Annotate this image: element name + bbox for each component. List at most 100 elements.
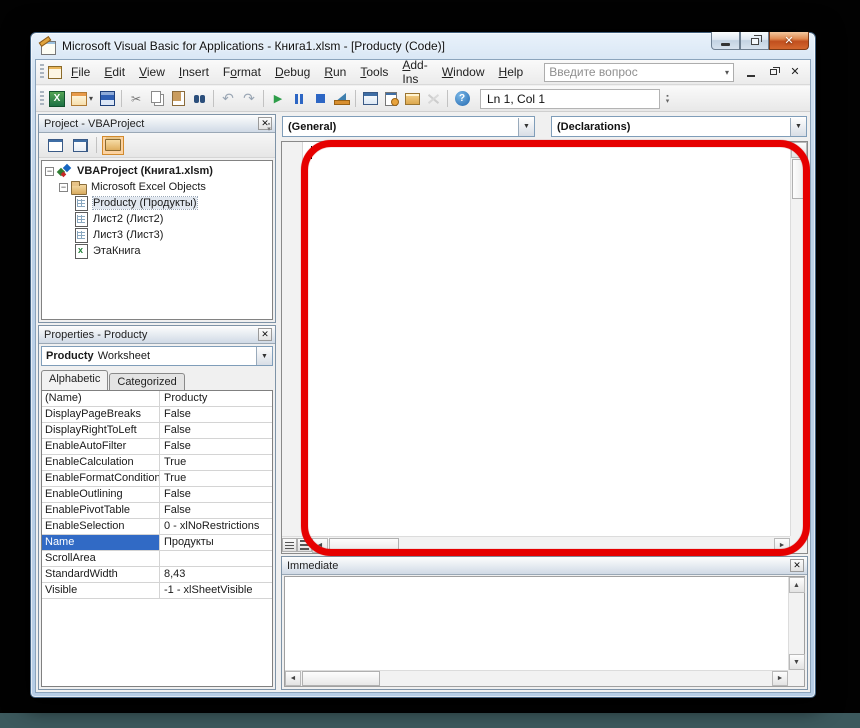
scroll-right-icon[interactable] — [774, 538, 790, 553]
project-panel-header[interactable]: Project - VBAProject — [39, 115, 275, 133]
menu-item[interactable]: Insert — [172, 61, 216, 83]
immediate-horizontal-scrollbar[interactable] — [285, 670, 788, 686]
code-editor[interactable] — [281, 141, 808, 554]
run-icon[interactable] — [268, 89, 288, 108]
menu-item[interactable]: View — [132, 61, 172, 83]
object-selector-dropdown[interactable]: Producty Worksheet — [41, 346, 273, 366]
procedure-view-icon[interactable] — [282, 538, 297, 552]
object-dropdown-arrow-icon[interactable] — [518, 118, 534, 136]
mdi-restore-button[interactable] — [766, 65, 780, 79]
mdi-minimize-button[interactable] — [744, 65, 758, 79]
restore-button[interactable] — [740, 32, 769, 50]
immediate-horizontal-scroll-thumb[interactable] — [302, 671, 380, 686]
design-mode-icon[interactable] — [331, 89, 351, 108]
project-toolbar-overflow-icon[interactable] — [264, 117, 274, 137]
view-code-icon[interactable] — [44, 136, 66, 155]
property-row[interactable]: StandardWidth 8,43 — [42, 567, 272, 583]
property-row[interactable]: EnableAutoFilter False — [42, 439, 272, 455]
help-icon[interactable] — [452, 89, 472, 108]
minimize-button[interactable] — [711, 32, 740, 50]
properties-window-icon[interactable] — [381, 89, 401, 108]
scroll-left-icon[interactable] — [312, 538, 328, 553]
menu-item[interactable]: Edit — [97, 61, 132, 83]
property-row[interactable]: EnableFormatCondition True — [42, 471, 272, 487]
properties-tab[interactable]: Categorized — [109, 373, 184, 390]
property-row[interactable]: Name Продукты — [42, 535, 272, 551]
property-value[interactable]: -1 - xlSheetVisible — [160, 583, 272, 598]
save-icon[interactable] — [97, 89, 117, 108]
property-row[interactable]: ScrollArea — [42, 551, 272, 567]
menu-item[interactable]: Help — [492, 61, 531, 83]
property-row[interactable]: DisplayPageBreaks False — [42, 407, 272, 423]
undo-icon[interactable] — [218, 89, 238, 108]
reset-icon[interactable] — [310, 89, 330, 108]
property-value[interactable]: False — [160, 503, 272, 518]
menu-item[interactable]: File — [64, 61, 97, 83]
tree-item[interactable]: Лист3 (Лист3) — [42, 227, 272, 243]
property-row[interactable]: (Name) Producty — [42, 391, 272, 407]
property-value[interactable] — [160, 551, 272, 566]
menu-item[interactable]: Run — [317, 61, 353, 83]
paste-icon[interactable] — [168, 89, 188, 108]
tree-item[interactable]: − Microsoft Excel Objects — [42, 179, 272, 195]
break-icon[interactable] — [289, 89, 309, 108]
property-row[interactable]: DisplayRightToLeft False — [42, 423, 272, 439]
expand-toggle-icon[interactable]: − — [59, 183, 68, 192]
vertical-scroll-thumb[interactable] — [792, 159, 807, 199]
immediate-panel-header[interactable]: Immediate — [282, 557, 807, 575]
tree-item[interactable]: ЭтаКнига — [42, 243, 272, 259]
procedure-dropdown-arrow-icon[interactable] — [790, 118, 806, 136]
code-horizontal-scrollbar[interactable] — [282, 536, 790, 553]
immediate-input-area[interactable] — [284, 576, 805, 687]
tree-item[interactable]: Producty (Продукты) — [42, 195, 272, 211]
object-dropdown[interactable]: (General) — [282, 116, 535, 137]
immediate-scroll-up-icon[interactable] — [789, 577, 805, 593]
menu-item[interactable]: Tools — [353, 61, 395, 83]
property-row[interactable]: EnableOutlining False — [42, 487, 272, 503]
property-row[interactable]: EnablePivotTable False — [42, 503, 272, 519]
find-icon[interactable] — [189, 89, 209, 108]
search-input[interactable] — [549, 65, 723, 79]
expand-toggle-icon[interactable]: − — [45, 167, 54, 176]
code-margin-indicator-bar[interactable] — [282, 142, 303, 536]
property-value[interactable]: False — [160, 407, 272, 422]
menu-item[interactable]: Debug — [268, 61, 317, 83]
close-button[interactable]: ✕ — [769, 32, 809, 50]
search-dropdown-icon[interactable]: ▾ — [723, 68, 731, 77]
property-value[interactable]: False — [160, 487, 272, 502]
scroll-up-icon[interactable] — [791, 142, 807, 158]
property-value[interactable]: Producty — [160, 391, 272, 406]
immediate-vertical-scrollbar[interactable] — [788, 577, 804, 670]
menubar-grip[interactable] — [40, 64, 44, 80]
horizontal-scroll-thumb[interactable] — [329, 538, 399, 553]
tree-item[interactable]: Лист2 (Лист2) — [42, 211, 272, 227]
property-value[interactable]: True — [160, 471, 272, 486]
property-row[interactable]: EnableSelection 0 - xlNoRestrictions — [42, 519, 272, 535]
redo-icon[interactable] — [239, 89, 259, 108]
immediate-panel-close-button[interactable] — [790, 559, 804, 572]
property-value[interactable]: True — [160, 455, 272, 470]
toolbox-icon[interactable] — [423, 89, 443, 108]
copy-icon[interactable] — [147, 89, 167, 108]
menu-item[interactable]: Format — [216, 61, 268, 83]
toolbar-grip[interactable] — [40, 91, 44, 107]
question-search-box[interactable]: ▾ — [544, 63, 734, 82]
insert-userform-icon[interactable] — [68, 89, 96, 108]
menu-item[interactable]: Window — [435, 61, 492, 83]
code-vertical-scrollbar[interactable] — [790, 142, 807, 536]
toolbar-overflow-icon[interactable] — [662, 89, 673, 109]
immediate-scroll-right-icon[interactable] — [772, 671, 788, 686]
mdi-close-button[interactable]: ✕ — [788, 65, 802, 79]
immediate-scroll-down-icon[interactable] — [789, 654, 805, 670]
properties-panel-close-button[interactable] — [258, 328, 272, 341]
property-row[interactable]: Visible -1 - xlSheetVisible — [42, 583, 272, 599]
view-object-icon[interactable] — [69, 136, 91, 155]
property-value[interactable]: Продукты — [160, 535, 272, 550]
property-row[interactable]: EnableCalculation True — [42, 455, 272, 471]
view-excel-icon[interactable] — [47, 89, 67, 108]
cut-icon[interactable] — [126, 89, 146, 108]
dropdown-arrow-icon[interactable] — [256, 347, 272, 365]
tree-item[interactable]: − VBAProject (Книга1.xlsm) — [42, 163, 272, 179]
property-value[interactable]: False — [160, 423, 272, 438]
full-module-view-icon[interactable] — [297, 538, 312, 552]
